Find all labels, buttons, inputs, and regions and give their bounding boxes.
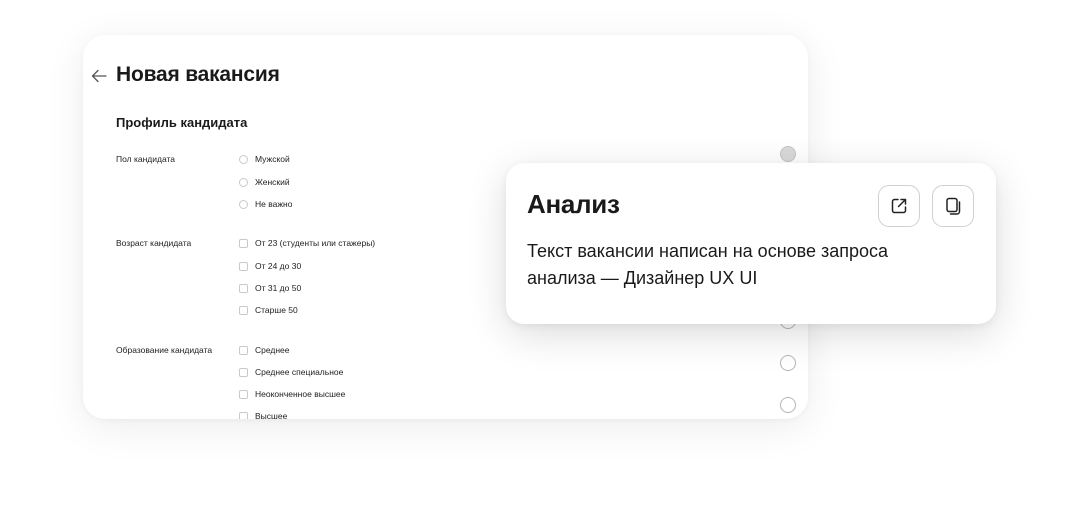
right-radio-selected[interactable]	[780, 146, 796, 162]
age-option-50plus[interactable]: Старше 50	[239, 304, 298, 316]
radio-button[interactable]	[239, 177, 248, 187]
education-option-vocational[interactable]: Среднее специальное	[239, 366, 343, 378]
back-arrow-icon[interactable]	[91, 69, 107, 83]
right-radio[interactable]	[780, 397, 796, 413]
checkbox[interactable]	[239, 283, 248, 293]
checkbox[interactable]	[239, 305, 248, 315]
education-label: Образование кандидата	[116, 345, 213, 355]
page-title: Новая вакансия	[116, 63, 280, 86]
education-option-higher[interactable]: Высшее	[239, 410, 287, 419]
section-title: Профиль кандидата	[116, 115, 248, 130]
option-label: От 24 до 30	[255, 261, 302, 271]
gender-label: Пол кандидата	[116, 154, 176, 164]
option-label: Мужской	[255, 154, 290, 164]
gender-option-any[interactable]: Не важно	[239, 198, 292, 210]
option-label: От 23 (студенты или стажеры)	[255, 238, 376, 248]
age-option-23[interactable]: От 23 (студенты или стажеры)	[239, 237, 375, 249]
stage: Новая вакансия Профиль кандидата Пол кан…	[0, 0, 1080, 530]
age-label: Возраст кандидата	[116, 238, 192, 248]
option-label: Старше 50	[255, 305, 298, 315]
age-option-31-50[interactable]: От 31 до 50	[239, 282, 301, 294]
external-link-icon	[891, 198, 907, 214]
age-option-24-30[interactable]: От 24 до 30	[239, 260, 301, 272]
analysis-title: Анализ	[527, 189, 620, 219]
option-label: Высшее	[255, 411, 288, 419]
option-label: Среднее	[255, 345, 290, 355]
checkbox[interactable]	[239, 367, 248, 377]
checkbox[interactable]	[239, 411, 248, 419]
option-label: Женский	[255, 177, 290, 187]
radio-button[interactable]	[239, 199, 248, 209]
radio-button[interactable]	[239, 154, 248, 164]
gender-option-male[interactable]: Мужской	[239, 153, 290, 165]
open-external-button[interactable]	[878, 185, 920, 227]
option-label: Не важно	[255, 199, 293, 209]
checkbox[interactable]	[239, 261, 248, 271]
checkbox[interactable]	[239, 238, 248, 248]
checkbox[interactable]	[239, 389, 248, 399]
option-label: Неоконченное высшее	[255, 389, 346, 399]
right-radio[interactable]	[780, 355, 796, 371]
analysis-text: Текст вакансии написан на основе запроса…	[527, 241, 889, 288]
option-label: Среднее специальное	[255, 367, 344, 377]
copy-icon	[946, 197, 961, 215]
checkbox[interactable]	[239, 345, 248, 355]
analysis-card: Анализ Текст вакансии написан на основе …	[506, 163, 996, 324]
education-option-secondary[interactable]: Среднее	[239, 344, 290, 356]
education-option-incomplete-higher[interactable]: Неоконченное высшее	[239, 388, 345, 400]
copy-button[interactable]	[932, 185, 974, 227]
gender-option-female[interactable]: Женский	[239, 176, 290, 188]
option-label: От 31 до 50	[255, 283, 302, 293]
